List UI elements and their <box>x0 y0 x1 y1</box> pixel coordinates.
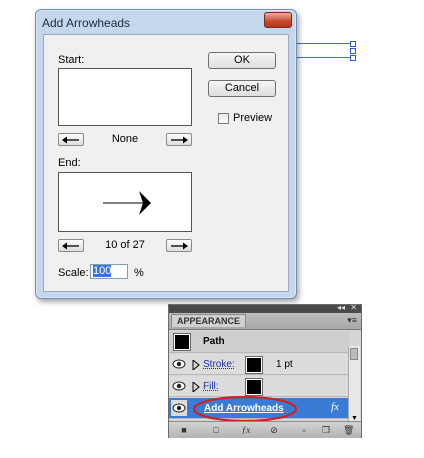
eye-icon[interactable] <box>171 378 187 394</box>
scale-label: Scale: <box>58 267 89 279</box>
stroke-row[interactable]: Stroke: 1 pt <box>169 354 349 375</box>
path-anchor-handle[interactable] <box>350 48 356 54</box>
highlight-annotation-ellipse <box>192 395 298 423</box>
end-arrow-value: 10 of 27 <box>105 239 145 251</box>
eye-icon[interactable] <box>171 400 187 416</box>
ok-button[interactable]: OK <box>208 52 276 69</box>
start-label: Start: <box>58 54 85 66</box>
arrow-right-icon <box>171 242 188 250</box>
start-arrow-value: None <box>111 133 139 145</box>
fx-icon[interactable]: fx <box>331 401 339 413</box>
add-arrowheads-dialog: Add Arrowheads Start: None End: 10 of 27 <box>35 9 297 299</box>
start-prev-button[interactable] <box>58 133 84 146</box>
add-new-effect-icon[interactable]: ƒx <box>241 425 251 435</box>
close-icon[interactable]: ✕ <box>350 303 357 312</box>
add-new-fill-icon[interactable]: □ <box>211 425 221 435</box>
arrowhead-preview-icon <box>103 191 151 215</box>
path-anchor-handle[interactable] <box>350 55 356 61</box>
stroke-label[interactable]: Stroke: <box>203 359 235 370</box>
scale-input[interactable]: 100 <box>90 264 128 279</box>
panel-tab-row: APPEARANCE ▾≡ <box>169 313 361 330</box>
collapse-icon[interactable]: ◂◂ <box>337 303 345 312</box>
preview-checkbox[interactable] <box>218 113 229 124</box>
tab-appearance[interactable]: APPEARANCE <box>171 314 247 327</box>
artwork-path-bottom <box>297 57 354 58</box>
end-prev-button[interactable] <box>58 239 84 252</box>
fill-color-swatch[interactable] <box>245 378 263 396</box>
end-arrow-preview <box>58 172 192 232</box>
stroke-color-swatch[interactable] <box>245 356 263 374</box>
preview-label: Preview <box>233 112 273 124</box>
artwork-path-top <box>297 43 354 44</box>
scale-input-value: 100 <box>93 265 112 277</box>
start-next-button[interactable] <box>166 133 192 146</box>
cancel-button[interactable]: Cancel <box>208 80 276 97</box>
path-thumbnail <box>173 333 191 351</box>
panel-menu-icon[interactable]: ▾≡ <box>347 315 357 326</box>
appearance-panel: ◂◂ ✕ APPEARANCE ▾≡ Path Stroke: 1 pt Fil… <box>168 303 362 438</box>
close-button[interactable] <box>264 12 292 28</box>
reduce-basic-appearance-icon[interactable]: ▫ <box>299 425 309 435</box>
scale-unit: % <box>134 267 144 279</box>
path-title: Path <box>203 336 225 347</box>
stroke-weight[interactable]: 1 pt <box>276 359 293 370</box>
end-label: End: <box>58 157 81 169</box>
add-new-stroke-icon[interactable]: ■ <box>179 425 189 435</box>
eye-icon[interactable] <box>171 356 187 372</box>
fill-label[interactable]: Fill: <box>203 381 219 392</box>
scroll-thumb[interactable] <box>350 348 358 360</box>
dialog-body: Start: None End: 10 of 27 Scale: 100 % O… <box>43 34 289 292</box>
delete-item-icon[interactable]: 🗑 <box>343 425 354 435</box>
arrow-left-icon <box>62 242 79 250</box>
disclosure-triangle-icon[interactable] <box>192 382 200 392</box>
clear-appearance-icon[interactable]: ⊘ <box>269 425 279 435</box>
start-arrow-preview <box>58 68 192 126</box>
disclosure-triangle-icon[interactable] <box>192 360 200 370</box>
arrow-left-icon <box>62 136 79 144</box>
end-next-button[interactable] <box>166 239 192 252</box>
path-anchor-handle[interactable] <box>350 41 356 47</box>
panel-title-bar[interactable]: ◂◂ ✕ <box>169 303 361 313</box>
duplicate-item-icon[interactable]: ❐ <box>321 425 331 435</box>
arrow-right-icon <box>171 136 188 144</box>
panel-scrollbar[interactable]: ▼ <box>348 346 360 422</box>
dialog-title: Add Arrowheads <box>42 16 131 30</box>
path-header-row: Path <box>169 331 349 353</box>
panel-bottom-bar: ■ □ ƒx ⊘ ▫ ❐ 🗑 <box>169 421 361 438</box>
